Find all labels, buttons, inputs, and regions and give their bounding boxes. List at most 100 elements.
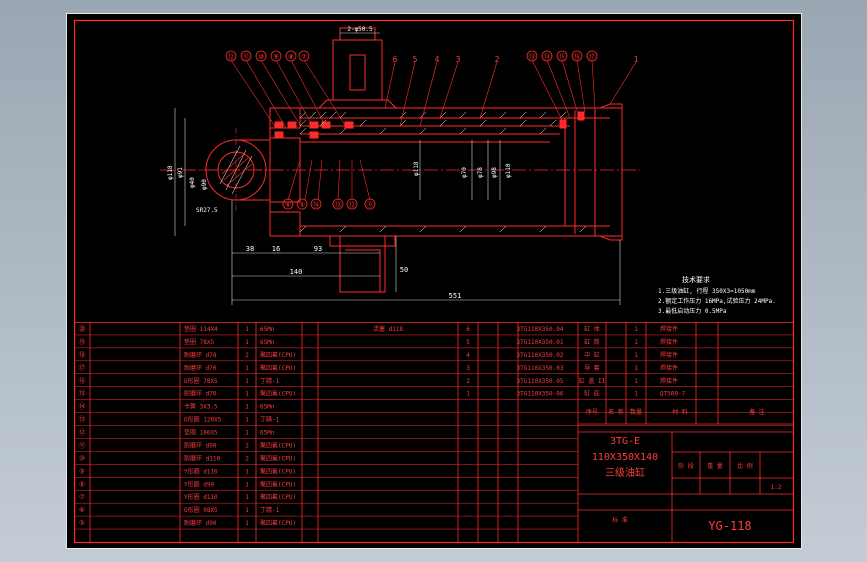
bom-item-qty: 1 [245,430,249,437]
bom-item-name: 卡簧 3X3.5 [184,403,218,411]
tech-title: 技术要求 [682,275,710,284]
header-cell: 备 注 [749,408,765,416]
scale-label: 比 例 [737,462,753,470]
eye-radius-label: SR27.5 [196,207,218,214]
bom-item-number: ⑭ [79,403,86,411]
bom-item-number: ⑬ [79,416,86,424]
vertical-dim: φ110 [505,163,512,178]
drawing-number: YG-118 [708,519,751,533]
bom-item-material: 聚四氟(CPU) [260,519,296,527]
part-number: 5 [413,55,418,64]
bom-item-number: ⑪ [79,441,86,449]
bom-item-number: ⑨ [79,467,85,475]
vertical-dim: φ118 [167,165,174,180]
vertical-dim: φ98 [491,167,498,178]
svg-text:⑫: ⑫ [228,53,235,61]
svg-text:⑤: ⑤ [299,201,305,209]
title-line: 三级油缸 [605,466,645,479]
bom-item-qty: 1 [245,494,249,501]
bom-mid-code: 3TG110X350.01 [517,339,564,346]
part-number: 6 [393,55,398,64]
bom-right-note: QT500-7 [660,391,686,398]
bom-mid-number: 4 [466,352,470,359]
bom-right-name: 缸 体 [584,325,600,333]
bom-item-qty: 2 [245,442,249,449]
bom-right-note: 焊接件 [660,325,678,333]
weight-label: 重 量 [707,462,723,470]
eye-dim: φ90 [201,179,208,190]
bom-item-material: 65Mn [260,339,275,346]
cad-viewport[interactable]: ⑫ ⑪ ⑩ ⑨ ⑧ ⑦ ⑬ ⑭ ⑮ ⑯ ⑰ ⑥ ⑤ ⑭ ⑬ ⑫ ⑪ 6 5 4 … [0,0,867,562]
vertical-dim: φ78 [477,167,484,178]
bom-item-number: ⑥ [79,506,85,514]
header-cell: 序号 [586,408,598,416]
bom-right-name: 缸 盖 II [579,377,606,385]
scale-value: 1:2 [771,484,782,491]
bom-item-name: 耐磨环 d90 [184,441,217,449]
bom-item-material: 聚四氟(CPU) [260,467,296,475]
title-line: 110X350X140 [592,452,658,463]
bom-item-material: 聚四氟(CPU) [260,351,296,359]
bom-item-qty: 1 [245,468,249,475]
port-dim-label: 2-φ50.5 [347,26,373,33]
bom-mid-code: 3TG110X350.02 [517,352,564,359]
bom-item-number: ⑮ [79,390,86,398]
bom-item-qty: 1 [245,507,249,514]
bom-item-name: O形圈 78X5 [184,377,218,385]
bom-right-qty: 1 [634,352,638,359]
bom-right-qty: 1 [634,391,638,398]
header-cell: 数量 [630,408,642,416]
bom-item-material: 丁腈-1 [260,377,280,385]
bom-right-qty: 1 [634,378,638,385]
bom-item-number: ⑰ [79,364,86,372]
bom-item-name: 耐磨环 d70 [184,390,217,398]
dim-16: 16 [272,245,280,253]
standard-label: 标 准 [612,516,628,524]
eye-dim: φ40 [189,177,196,188]
bom-mid-number: 5 [466,339,470,346]
dim-93: 93 [314,245,322,253]
title-line: 3TG-E [610,436,640,447]
bom-item-name: 耐磨环 d78 [184,351,217,359]
bom-right-note: 焊接件 [660,364,678,372]
part-number: 1 [634,55,639,64]
bom-item-name: 耐磨环 d110 [184,454,220,462]
svg-text:⑫: ⑫ [349,201,356,209]
bom-item-number: ⑲ [79,338,86,346]
vertical-dim: φ91 [177,167,184,178]
bom-item-material: 聚四氟(CPU) [260,480,296,488]
bom-item-name: Y形圈 d110 [184,467,218,475]
header-cell: 名 称 [608,408,624,416]
svg-text:⑦: ⑦ [301,53,307,61]
tech-note: 2.额定工作压力 16MPa,试验压力 24MPa. [658,297,776,305]
svg-text:⑭: ⑭ [313,201,320,209]
bom-item-name: Y形圈 d90 [184,480,214,488]
bom-item-number: ⑳ [79,325,86,333]
vertical-dim: φ118 [413,161,420,176]
bom-item-name: O形圈 98X5 [184,506,218,514]
bom-mid-code: 3TG110X350-06 [517,391,564,398]
bom-item-number: ⑯ [79,377,86,385]
svg-text:⑯: ⑯ [574,53,581,61]
bom-item-material: 聚四氟(CPU) [260,364,296,372]
bom-item-number: ⑦ [79,493,85,501]
bom-item-name: 耐磨环 d70 [184,364,217,372]
bom-item-qty: 1 [245,404,249,411]
bom-item-number: ⑫ [79,429,86,437]
bom-item-material: 聚四氟(CPU) [260,493,296,501]
bom-item-name: O形圈 120X5 [184,416,222,424]
bom-item-qty: 1 [245,339,249,346]
svg-text:⑥: ⑥ [285,201,291,209]
bom-mid-code: 3TG110X350.04 [517,326,564,333]
bom-item-material: 丁腈-1 [260,416,280,424]
bom-item-qty: 1 [245,378,249,385]
bom-item-name: 垫圈 100X5 [184,429,218,437]
part-number: 2 [495,55,500,64]
bom-right-note: 焊接件 [660,338,678,346]
header-cell: 材 料 [672,408,688,416]
tech-note: 3.最低启动压力 0.5MPa [658,307,727,315]
cad-drawing-canvas[interactable]: ⑫ ⑪ ⑩ ⑨ ⑧ ⑦ ⑬ ⑭ ⑮ ⑯ ⑰ ⑥ ⑤ ⑭ ⑬ ⑫ ⑪ 6 5 4 … [0,0,867,562]
dim-38: 38 [246,245,254,253]
bom-mid-code: 3TG110X350.03 [517,365,564,372]
svg-text:⑭: ⑭ [544,53,551,61]
